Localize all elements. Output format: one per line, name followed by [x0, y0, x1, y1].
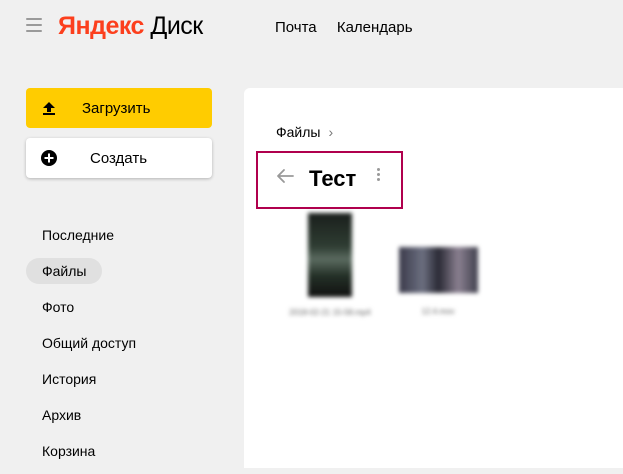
sidebar-item-files[interactable]: Файлы — [26, 258, 103, 284]
folder-title: Тест — [309, 166, 357, 191]
sidebar-item-trash[interactable]: Корзина — [26, 438, 152, 464]
sidebar-nav: Последние Файлы Фото Общий доступ Истори… — [26, 222, 152, 474]
file-thumbnail — [399, 247, 478, 293]
logo-disk: Диск — [150, 12, 203, 40]
file-grid: 2018-02-21 15-58.mp4 12.4.mov — [260, 205, 510, 375]
header: Яндекс Диск Почта Календарь — [0, 0, 623, 56]
nav-link-calendar[interactable]: Календарь — [337, 19, 413, 36]
menu-icon[interactable] — [26, 18, 42, 32]
file-caption: 12.4.mov — [421, 307, 455, 316]
upload-icon — [43, 102, 55, 115]
create-button-label: Создать — [90, 150, 148, 167]
create-button[interactable]: Создать — [26, 138, 212, 178]
file-caption: 2018-02-21 15-58.mp4 — [289, 308, 371, 317]
upload-button[interactable]: Загрузить — [26, 88, 212, 128]
breadcrumb: Файлы › — [276, 124, 333, 140]
upload-button-label: Загрузить — [82, 100, 151, 117]
breadcrumb-files[interactable]: Файлы — [276, 124, 320, 140]
logo-yandex: Яндекс — [58, 12, 144, 40]
sidebar-item-archive[interactable]: Архив — [26, 402, 152, 428]
chevron-right-icon: › — [328, 124, 334, 140]
plus-circle-icon — [41, 150, 57, 166]
nav-link-mail[interactable]: Почта — [275, 19, 317, 36]
sidebar-item-shared[interactable]: Общий доступ — [26, 330, 152, 356]
more-vertical-icon[interactable] — [374, 168, 382, 184]
file-thumbnail — [308, 213, 352, 297]
top-nav: Почта Календарь — [275, 19, 429, 36]
sidebar-item-photos[interactable]: Фото — [26, 294, 152, 320]
sidebar-item-recent[interactable]: Последние — [26, 222, 152, 248]
logo[interactable]: Яндекс Диск — [58, 12, 203, 40]
arrow-left-icon[interactable] — [276, 168, 294, 184]
sidebar-item-history[interactable]: История — [26, 366, 152, 392]
